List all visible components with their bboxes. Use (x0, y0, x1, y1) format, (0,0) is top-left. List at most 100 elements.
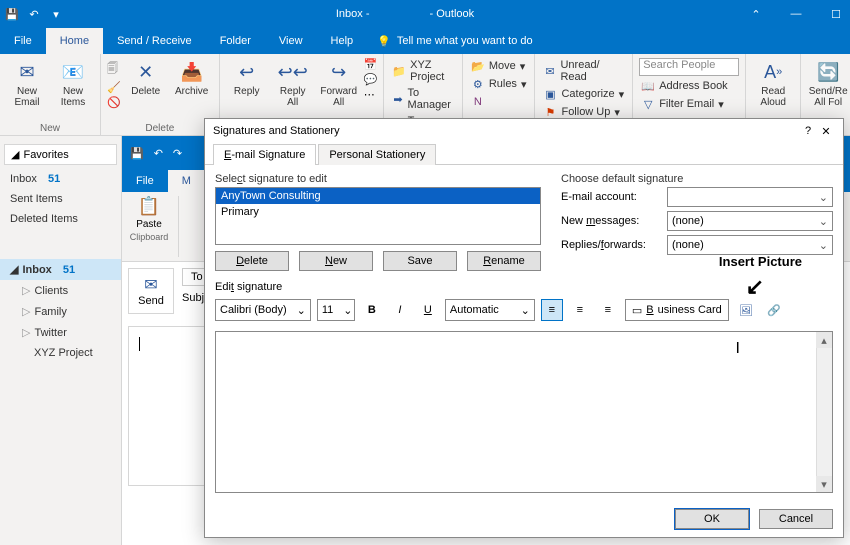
tab-personal-stationery[interactable]: Personal Stationery (318, 144, 436, 165)
tell-me-label: Tell me what you want to do (397, 35, 533, 47)
close-icon[interactable]: ✕ (817, 125, 835, 138)
maximize-icon[interactable]: ☐ (826, 8, 846, 21)
chevron-down-icon: ⌄ (819, 191, 828, 204)
ribbon-collapse-icon[interactable]: ⌃ (746, 8, 766, 21)
new-messages-select[interactable]: (none)⌄ (667, 211, 833, 231)
group-delete-label: Delete (101, 123, 219, 134)
scroll-down-icon[interactable]: ▾ (816, 476, 832, 492)
signature-list[interactable]: AnyTown Consulting Primary (215, 187, 541, 245)
rules-button[interactable]: ⚙Rules▾ (469, 76, 529, 92)
align-center-button[interactable]: ≡ (569, 299, 591, 321)
reply-all-icon: ↩↩ (281, 60, 305, 84)
save-signature-button[interactable]: Save (383, 251, 457, 271)
minimize-icon[interactable]: — (786, 8, 806, 21)
read-aloud-button[interactable]: A»ReadAloud (752, 56, 794, 110)
font-size-select[interactable]: 11⌄ (317, 299, 355, 321)
flag-icon: ⚑ (543, 105, 557, 119)
title-doc: Inbox - (336, 8, 370, 20)
scroll-up-icon[interactable]: ▴ (816, 332, 832, 348)
categorize-button[interactable]: ▣Categorize▾ (541, 86, 626, 102)
compose-tab-file[interactable]: File (122, 170, 168, 192)
paste-icon[interactable]: 📋 (138, 196, 160, 217)
business-card-button[interactable]: ▭Business Card (625, 299, 729, 321)
quickstep-manager[interactable]: ➡To Manager (390, 86, 455, 112)
nav-sent[interactable]: Sent Items (0, 189, 121, 209)
font-color-select[interactable]: Automatic⌄ (445, 299, 535, 321)
signature-editor[interactable]: ▴ ▾ (215, 331, 833, 493)
onenote-icon: N (471, 95, 485, 109)
qat-undo-icon[interactable]: ↶ (154, 147, 163, 160)
chevron-right-icon: ▷ (22, 326, 30, 339)
align-left-button[interactable]: ≡ (541, 299, 563, 321)
move-button[interactable]: 📂Move▾ (469, 58, 529, 74)
replies-select[interactable]: (none)⌄ (667, 235, 833, 255)
nav-inbox[interactable]: Inbox 51 (0, 169, 121, 189)
italic-button[interactable]: I (389, 299, 411, 321)
underline-button[interactable]: U (417, 299, 439, 321)
annotation-label: Insert Picture (719, 254, 802, 269)
nav-twitter[interactable]: ▷Twitter (0, 322, 121, 343)
favorites-header[interactable]: ◢Favorites (4, 144, 117, 165)
title-bar: 💾 ↶ ▾ Inbox - - Outlook ⌃ — ☐ (0, 0, 850, 28)
nav-xyz[interactable]: XYZ Project (0, 343, 121, 363)
nav-family[interactable]: ▷Family (0, 301, 121, 322)
tab-email-signature[interactable]: E-mail Signature (213, 144, 316, 165)
signature-toolbar: Calibri (Body)⌄ 11⌄ B I U Automatic⌄ ≡ ≡… (215, 299, 833, 321)
im-icon[interactable]: 💬 (364, 73, 378, 86)
meeting-icon[interactable]: 📅 (364, 58, 378, 71)
onenote-button[interactable]: N (469, 94, 529, 110)
send-receive-all-button[interactable]: 🔄Send/ReAll Fol (807, 56, 849, 110)
junk-icon[interactable]: 🚫 (107, 96, 121, 109)
filter-email-button[interactable]: ▽Filter Email▾ (639, 96, 739, 112)
tab-home[interactable]: Home (46, 28, 103, 54)
filter-icon: ▽ (641, 97, 655, 111)
tell-me-search[interactable]: 💡 Tell me what you want to do (367, 28, 542, 54)
qat-save-icon[interactable]: 💾 (4, 6, 20, 22)
nav-deleted[interactable]: Deleted Items (0, 209, 121, 229)
tab-file[interactable]: File (0, 28, 46, 54)
email-account-select[interactable]: ⌄ (667, 187, 833, 207)
cancel-button[interactable]: Cancel (759, 509, 833, 529)
insert-picture-button[interactable]: 🖼 (735, 299, 757, 321)
qat-dropdown-icon[interactable]: ▾ (48, 6, 64, 22)
more-respond-icon[interactable]: ⋯ (364, 88, 378, 101)
rename-signature-button[interactable]: Rename (467, 251, 541, 271)
chevron-down-icon: ⌄ (343, 304, 352, 317)
signature-item-primary[interactable]: Primary (216, 204, 540, 220)
signature-item-anytown[interactable]: AnyTown Consulting (216, 188, 540, 204)
help-icon[interactable]: ? (799, 125, 817, 137)
reply-icon: ↩ (235, 60, 259, 84)
nav-clients[interactable]: ▷Clients (0, 280, 121, 301)
cleanup-icon[interactable]: 🧹 (107, 81, 121, 94)
rules-icon: ⚙ (471, 77, 485, 91)
qat-redo-icon[interactable]: ↷ (173, 147, 182, 160)
email-account-label: E-mail account: (561, 191, 661, 203)
compose-tab-message[interactable]: M (168, 170, 205, 192)
speaker-icon: A» (761, 60, 785, 84)
qat-undo-icon[interactable]: ↶ (26, 6, 42, 22)
editor-scrollbar[interactable] (816, 332, 832, 492)
bold-button[interactable]: B (361, 299, 383, 321)
tab-send-receive[interactable]: Send / Receive (103, 28, 206, 54)
chevron-down-icon: ▾ (521, 78, 527, 91)
new-signature-button[interactable]: New (299, 251, 373, 271)
title-app: - Outlook (430, 8, 475, 20)
insert-hyperlink-button[interactable]: 🔗 (763, 299, 785, 321)
align-right-button[interactable]: ≡ (597, 299, 619, 321)
navigation-pane: ◢Favorites Inbox 51 Sent Items Deleted I… (0, 136, 122, 545)
search-people-input[interactable]: Search People (639, 58, 739, 76)
tab-view[interactable]: View (265, 28, 317, 54)
tab-folder[interactable]: Folder (206, 28, 265, 54)
ignore-icon[interactable]: 🗐 (107, 60, 121, 79)
send-icon[interactable]: ✉ (144, 275, 157, 295)
new-messages-label: New messages: (561, 215, 661, 227)
delete-signature-button[interactable]: Delete (215, 251, 289, 271)
unread-read-button[interactable]: ✉Unread/ Read (541, 58, 626, 84)
tab-help[interactable]: Help (317, 28, 368, 54)
qat-save-icon[interactable]: 💾 (130, 147, 144, 160)
ok-button[interactable]: OK (675, 509, 749, 529)
address-book-button[interactable]: 📖Address Book (639, 78, 739, 94)
quickstep-xyz[interactable]: 📁XYZ Project (390, 58, 455, 84)
font-family-select[interactable]: Calibri (Body)⌄ (215, 299, 311, 321)
nav-inbox-main[interactable]: ◢Inbox 51 (0, 259, 121, 280)
